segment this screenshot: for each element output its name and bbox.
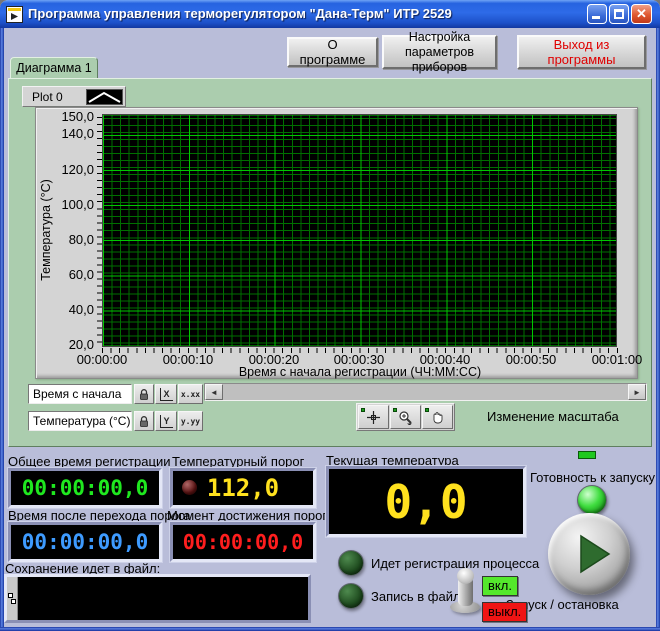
scrollbar-left-button[interactable]: ◄ xyxy=(205,384,223,400)
y-tick: 100,0 xyxy=(34,197,94,212)
x-autoscale-icon: X xyxy=(160,388,173,401)
toggle-off-badge: выкл. xyxy=(482,602,527,622)
x-tick: 00:00:00 xyxy=(66,352,138,367)
zoom-tool-button[interactable] xyxy=(390,405,421,429)
y-tick: 60,0 xyxy=(34,267,94,282)
threshold-label: Температурный порог xyxy=(172,454,304,469)
threshold-moment-label: Момент достижения порога xyxy=(167,508,334,523)
y-autoscale-icon: Y xyxy=(160,415,173,428)
close-button[interactable]: ✕ xyxy=(631,4,652,24)
graph-palette xyxy=(356,403,455,431)
total-time-label: Общее время регистрации xyxy=(8,454,170,469)
registration-label: Идет регистрация процесса xyxy=(371,556,539,571)
y-format-button[interactable]: y.yy xyxy=(178,411,203,431)
total-time-display: 00:00:00,0 xyxy=(8,468,162,508)
tool-active-dot xyxy=(393,408,397,412)
y-autoscale-button[interactable]: Y xyxy=(155,411,177,431)
x-scale-lock-button[interactable] xyxy=(134,384,154,404)
filebox-scroll-strip[interactable] xyxy=(7,577,18,620)
padlock-icon xyxy=(138,388,150,401)
time-after-threshold-label: Время после перехода порога xyxy=(8,508,191,523)
scroll-right-icon: ► xyxy=(633,388,641,397)
current-temperature-value: 0,0 xyxy=(384,475,467,529)
app-window: Программа управления терморегулятором "Д… xyxy=(0,0,660,631)
crosshair-icon xyxy=(366,410,381,425)
chart-x-scrollbar[interactable]: ◄ ► xyxy=(204,383,647,401)
toggle-on-badge: вкл. xyxy=(482,576,518,596)
x-format-button[interactable]: x.xx xyxy=(178,384,203,404)
scroll-left-icon: ◄ xyxy=(210,388,218,397)
time-after-threshold-display: 00:00:00,0 xyxy=(8,522,162,562)
save-file-path-display[interactable] xyxy=(4,574,311,623)
time-after-threshold-value: 00:00:00,0 xyxy=(22,530,148,554)
tool-active-dot xyxy=(425,408,429,412)
tab-label: Диаграмма 1 xyxy=(16,61,91,75)
threshold-moment-display: 00:00:00,0 xyxy=(170,522,316,562)
window-border-bottom xyxy=(0,627,660,631)
threshold-led xyxy=(182,480,197,495)
about-button[interactable]: О программе xyxy=(287,37,378,67)
total-time-value: 00:00:00,0 xyxy=(22,476,148,500)
x-tick: 00:01:00 xyxy=(581,352,653,367)
text-marker-icon xyxy=(8,593,16,605)
ready-led xyxy=(577,485,607,515)
threshold-display: 112,0 xyxy=(170,468,316,508)
threshold-value: 112,0 xyxy=(207,474,279,502)
y-tick: 40,0 xyxy=(34,302,94,317)
plot-legend-label: Plot 0 xyxy=(23,90,86,104)
y-tick: 120,0 xyxy=(34,162,94,177)
zoom-hint-label: Изменение масштаба xyxy=(487,409,619,424)
padlock-icon xyxy=(138,415,150,428)
tab-diagram-1[interactable]: Диаграмма 1 xyxy=(10,57,98,79)
y-tick: 140,0 xyxy=(34,126,94,141)
minimize-button[interactable] xyxy=(587,4,607,24)
y-tick: 80,0 xyxy=(34,232,94,247)
y-scale-lock-button[interactable] xyxy=(134,411,154,431)
x-scale-name-box[interactable]: Время с начала xyxy=(28,384,132,404)
window-title: Программа управления терморегулятором "Д… xyxy=(28,6,452,21)
play-icon xyxy=(579,534,613,574)
close-icon: ✕ xyxy=(636,6,647,21)
file-write-label: Запись в файл xyxy=(371,589,461,604)
toggle-switch-knob[interactable] xyxy=(457,568,474,584)
file-write-led xyxy=(338,583,364,609)
x-autoscale-button[interactable]: X xyxy=(155,384,177,404)
plot-area[interactable] xyxy=(102,114,617,347)
device-settings-button[interactable]: Настройка параметров приборов xyxy=(382,35,497,69)
y-scale-name-box[interactable]: Температура (°C) xyxy=(28,411,132,431)
y-axis-label: Температура (°C) xyxy=(39,179,53,281)
maximize-button[interactable] xyxy=(609,4,629,24)
hand-icon xyxy=(430,410,445,425)
current-temperature-display: 0,0 xyxy=(326,466,526,537)
y-tick: 150,0 xyxy=(34,109,94,124)
start-stop-button[interactable] xyxy=(548,513,630,595)
registration-led xyxy=(338,550,364,576)
window-border-right xyxy=(656,28,660,631)
labview-icon xyxy=(8,8,21,21)
y-tick: 20,0 xyxy=(34,337,94,352)
window-border-left xyxy=(0,28,4,631)
x-format-icon: x.xx xyxy=(181,390,200,399)
minimize-icon xyxy=(592,16,600,19)
plot-legend[interactable]: Plot 0 xyxy=(22,86,126,107)
app-icon xyxy=(6,6,23,23)
title-bar: Программа управления терморегулятором "Д… xyxy=(0,0,660,28)
x-axis-label: Время с начала регистрации (ЧЧ:ММ:СС) xyxy=(210,365,510,379)
y-format-icon: y.yy xyxy=(181,417,200,426)
exit-button[interactable]: Выход из программы xyxy=(517,35,646,69)
cursor-tool-button[interactable] xyxy=(358,405,389,429)
magnifier-icon xyxy=(398,410,413,425)
threshold-moment-value: 00:00:00,0 xyxy=(183,530,303,554)
plot-line-style-icon[interactable] xyxy=(86,89,123,105)
tool-active-dot xyxy=(361,408,365,412)
status-rect-indicator xyxy=(578,451,596,459)
scrollbar-right-button[interactable]: ► xyxy=(628,384,646,400)
pan-tool-button[interactable] xyxy=(422,405,453,429)
ready-label: Готовность к запуску xyxy=(530,470,655,485)
maximize-icon xyxy=(614,9,624,19)
